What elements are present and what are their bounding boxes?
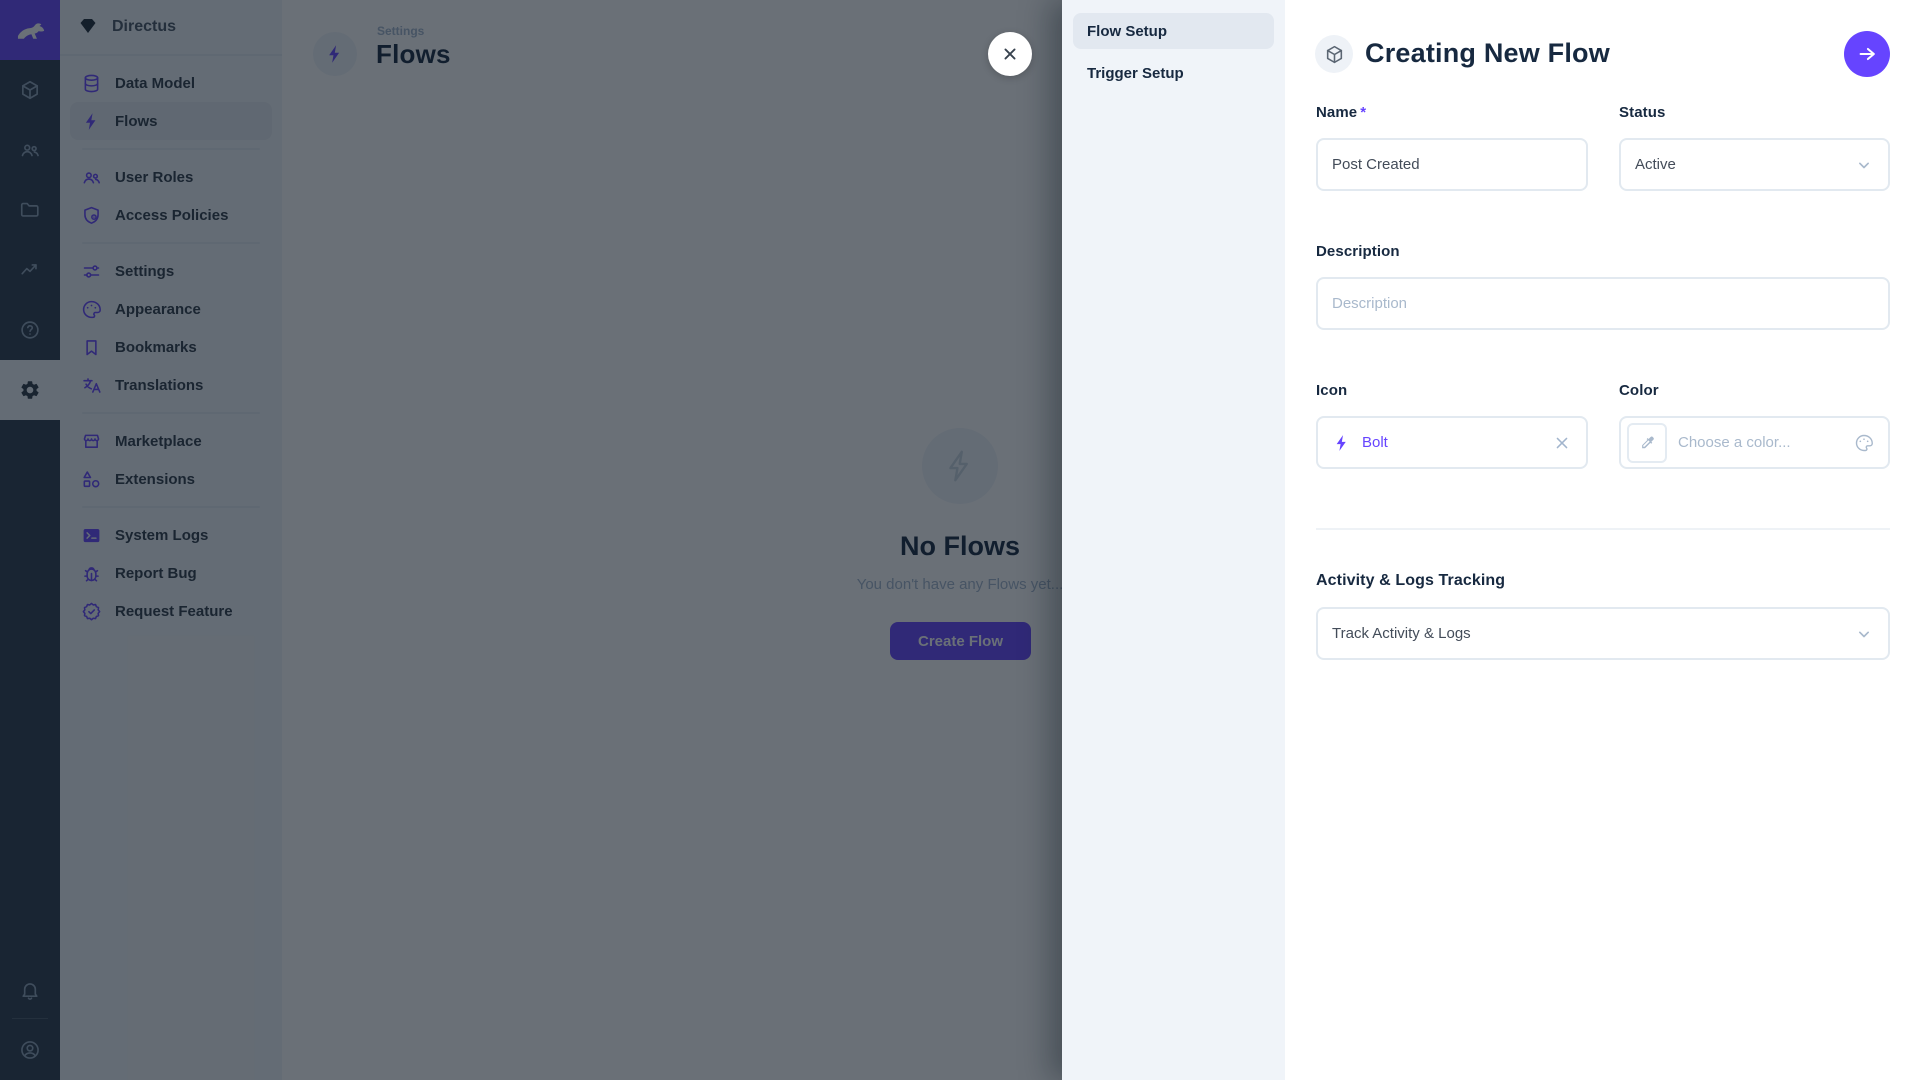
name-label: Name* (1316, 104, 1588, 121)
drawer-title: Creating New Flow (1365, 38, 1610, 69)
name-input-box (1316, 138, 1588, 191)
description-field: Description (1316, 243, 1890, 330)
tab-trigger-setup[interactable]: Trigger Setup (1073, 55, 1274, 91)
creating-new-flow-drawer: Flow Setup Trigger Setup Creating New Fl… (1062, 0, 1920, 1080)
palette-icon[interactable] (1854, 433, 1874, 453)
color-field: Color Choose a color... (1619, 382, 1890, 469)
status-value: Active (1635, 156, 1676, 173)
drawer-dim-overlay[interactable] (0, 0, 1062, 1080)
drawer-header-icon (1315, 35, 1353, 73)
tracking-label: Activity & Logs Tracking (1316, 572, 1890, 590)
color-swatch-button[interactable] (1627, 423, 1667, 463)
description-input-box (1316, 277, 1890, 330)
name-field: Name* (1316, 104, 1588, 191)
name-input[interactable] (1332, 156, 1572, 173)
cube-icon (1324, 44, 1345, 65)
tracking-select[interactable]: Track Activity & Logs (1316, 607, 1890, 660)
status-select[interactable]: Active (1619, 138, 1890, 191)
status-field: Status Active (1619, 104, 1890, 191)
color-label: Color (1619, 382, 1890, 399)
close-icon (1000, 44, 1020, 64)
icon-value: Bolt (1362, 434, 1388, 451)
save-flow-button[interactable] (1844, 31, 1890, 77)
required-asterisk: * (1360, 104, 1366, 121)
description-input[interactable] (1332, 295, 1874, 312)
chevron-down-icon (1854, 155, 1874, 175)
tab-flow-setup[interactable]: Flow Setup (1073, 13, 1274, 49)
bolt-icon (1332, 433, 1352, 453)
description-label: Description (1316, 243, 1890, 260)
drawer-content: Creating New Flow Name* Status Activ (1285, 0, 1920, 1080)
drawer-close-button[interactable] (988, 32, 1032, 76)
directus-app: Directus Data Model Flows User Rol (0, 0, 1920, 1080)
color-input-box[interactable]: Choose a color... (1619, 416, 1890, 469)
color-placeholder: Choose a color... (1678, 434, 1791, 451)
eyedropper-icon (1638, 434, 1656, 452)
icon-label: Icon (1316, 382, 1588, 399)
tracking-field: Activity & Logs Tracking Track Activity … (1316, 572, 1890, 660)
clear-icon[interactable] (1552, 433, 1572, 453)
name-label-text: Name (1316, 104, 1357, 121)
drawer-sidebar: Flow Setup Trigger Setup (1062, 0, 1285, 1080)
tracking-value: Track Activity & Logs (1332, 625, 1471, 642)
icon-field: Icon Bolt (1316, 382, 1588, 469)
icon-select[interactable]: Bolt (1316, 416, 1588, 469)
section-divider (1316, 528, 1890, 530)
status-label: Status (1619, 104, 1890, 121)
arrow-right-icon (1856, 43, 1878, 65)
chevron-down-icon (1854, 624, 1874, 644)
